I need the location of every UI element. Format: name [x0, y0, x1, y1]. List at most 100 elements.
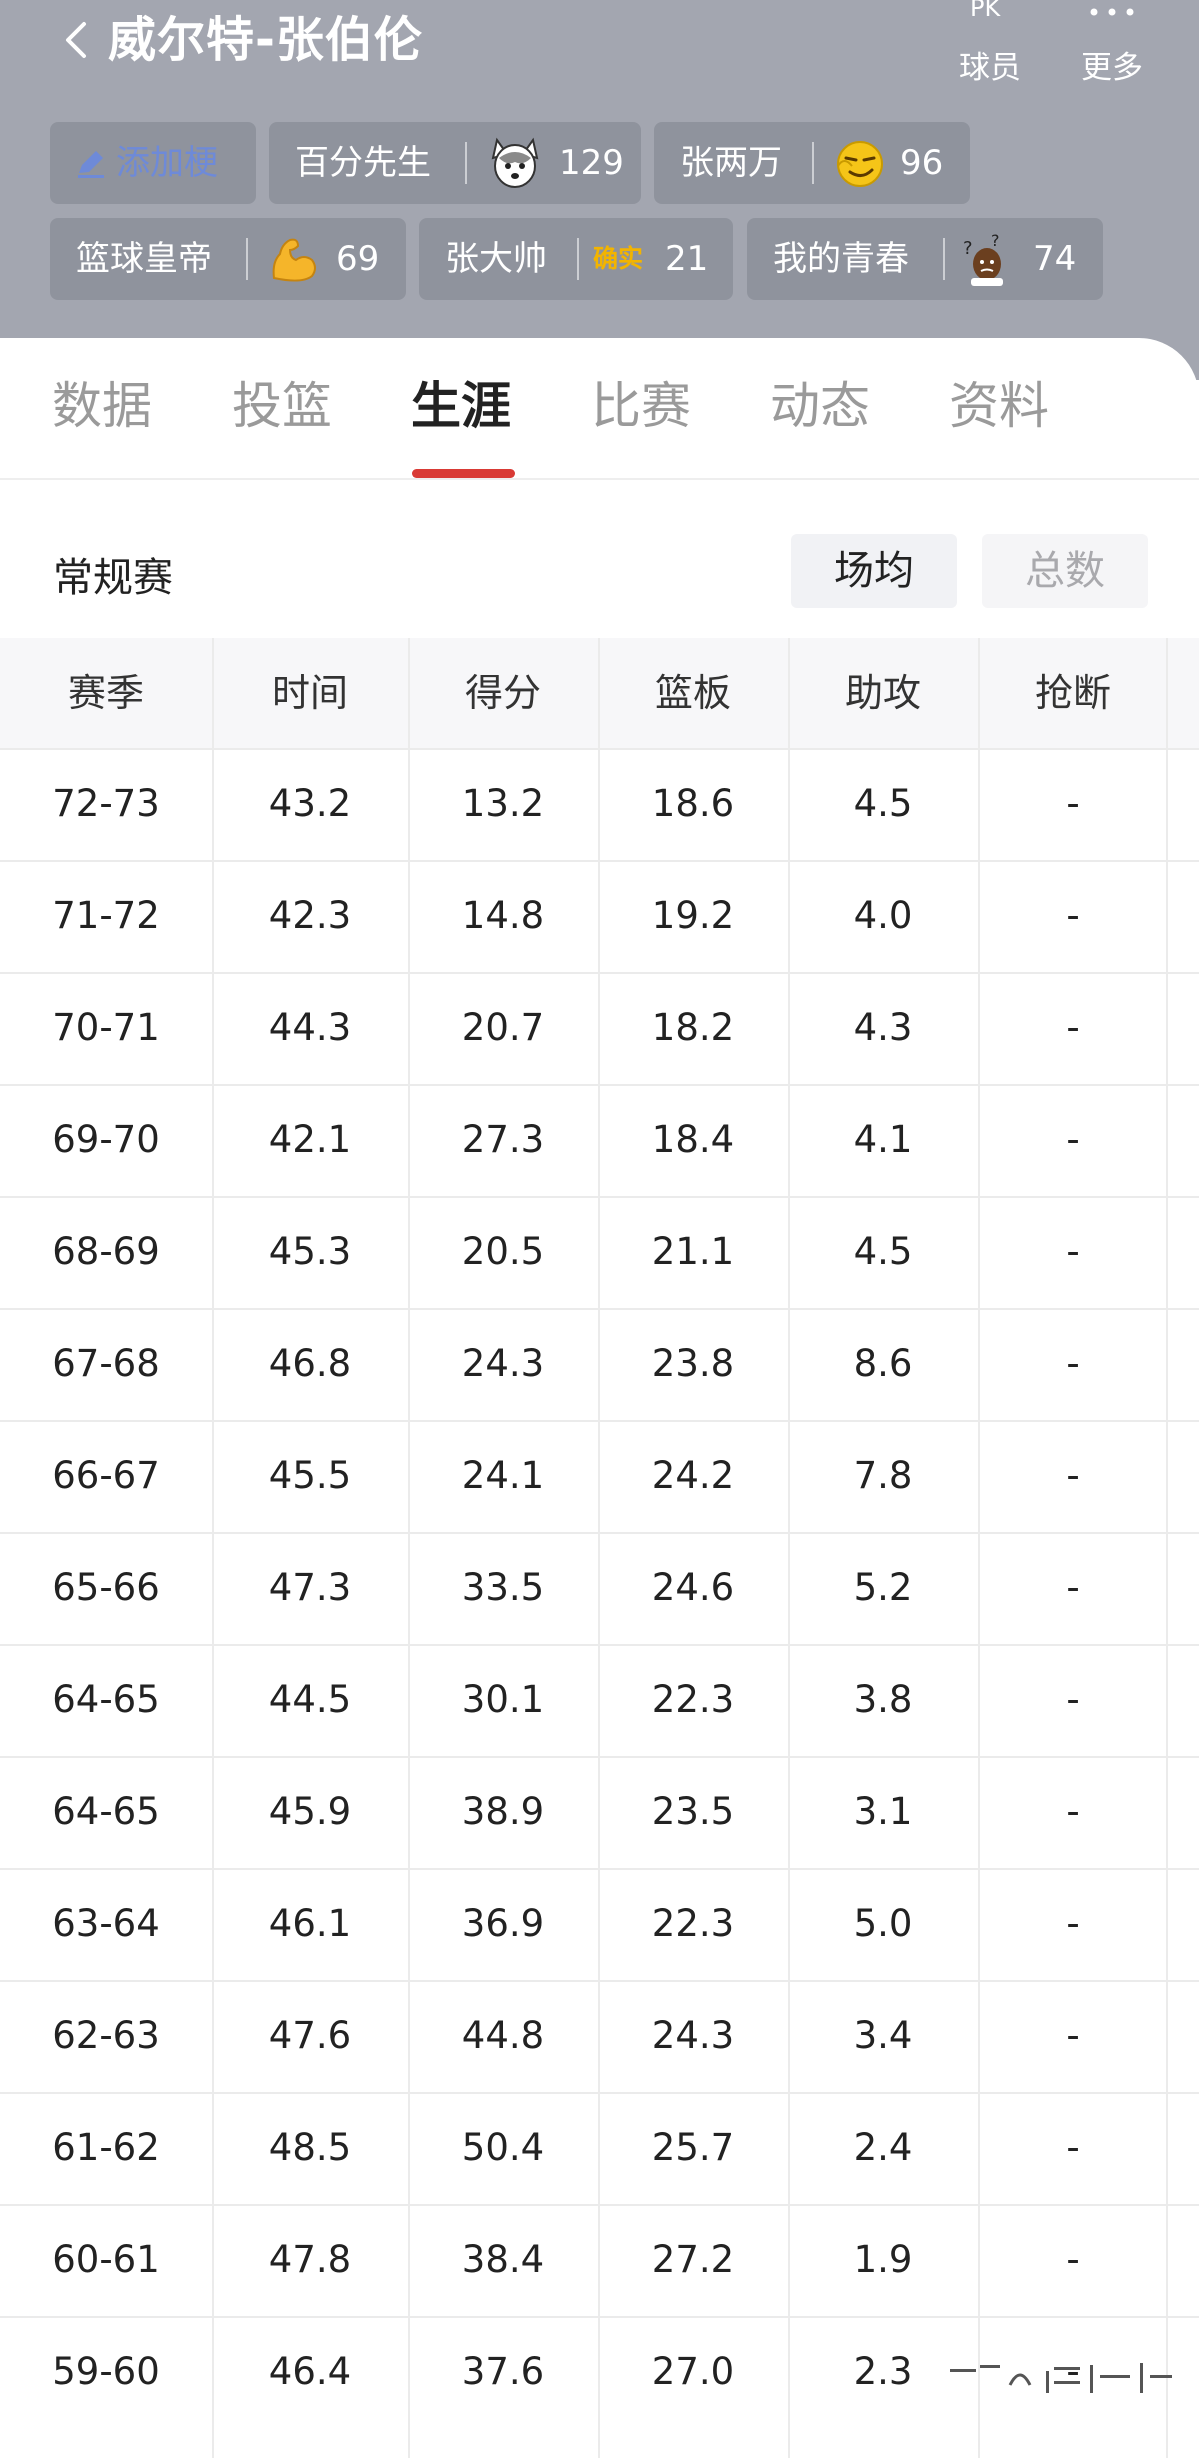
section-title: 常规赛 — [53, 555, 173, 601]
cell-steals: - — [1066, 2126, 1080, 2169]
more-dots-icon — [1062, 0, 1162, 44]
tag-chip[interactable]: 篮球皇帝 69 — [50, 218, 406, 300]
tag-count: 21 — [665, 239, 709, 279]
cell-points: 33.5 — [461, 1566, 545, 1609]
table-row: 62-63 47.6 44.8 24.3 3.4 - — [0, 1980, 1199, 2092]
watermark-icon — [950, 2363, 1172, 2393]
column-header-assists: 助攻 — [844, 671, 921, 715]
tag-chip[interactable]: 张大帅 确实 21 — [419, 218, 733, 300]
table-row: 66-67 45.5 24.1 24.2 7.8 - — [0, 1420, 1199, 1532]
cell-season: 62-63 — [52, 2014, 160, 2057]
cell-steals: - — [1066, 1454, 1080, 1497]
cell-points: 27.3 — [461, 1118, 545, 1161]
cell-points: 36.9 — [461, 1902, 545, 1945]
cell-minutes: 44.3 — [268, 1006, 352, 1049]
cell-rebounds: 27.2 — [651, 2238, 735, 2281]
active-tab-indicator — [412, 469, 515, 478]
totals-toggle[interactable]: 总数 — [982, 534, 1148, 608]
cell-season: 61-62 — [52, 2126, 160, 2169]
pk-button[interactable]: PK 球员 — [940, 0, 1040, 88]
tag-name: 我的青春 — [773, 239, 909, 279]
cell-points: 24.1 — [461, 1454, 545, 1497]
tag-count: 69 — [336, 239, 380, 279]
add-tag-label: 添加梗 — [116, 143, 218, 183]
cell-assists: 4.5 — [853, 1230, 913, 1273]
cell-rebounds: 23.8 — [651, 1342, 735, 1385]
svg-text:?: ? — [991, 232, 1000, 250]
cell-steals: - — [1066, 1118, 1080, 1161]
cell-minutes: 46.1 — [268, 1902, 352, 1945]
cell-steals: - — [1066, 1790, 1080, 1833]
cell-assists: 3.4 — [853, 2014, 913, 2057]
cell-assists: 8.6 — [853, 1342, 913, 1385]
table-row: 63-64 46.1 36.9 22.3 5.0 - — [0, 1868, 1199, 1980]
tabs-divider — [0, 478, 1199, 480]
cell-rebounds: 22.3 — [651, 1902, 735, 1945]
cell-assists: 5.2 — [853, 1566, 913, 1609]
cell-steals: - — [1066, 1230, 1080, 1273]
tag-name: 篮球皇帝 — [76, 239, 212, 279]
tag-name: 百分先生 — [295, 143, 431, 183]
tag-chip[interactable]: 我的青春 ? ? 74 — [747, 218, 1103, 300]
tag-count: 74 — [1033, 239, 1077, 279]
cell-season: 71-72 — [52, 894, 160, 937]
cell-points: 14.8 — [461, 894, 545, 937]
cell-season: 66-67 — [52, 1454, 160, 1497]
cell-steals: - — [1066, 1342, 1080, 1385]
tag-name: 张两万 — [680, 143, 782, 183]
cell-minutes: 48.5 — [268, 2126, 352, 2169]
table-row: 71-72 42.3 14.8 19.2 4.0 - — [0, 860, 1199, 972]
player-header: 威尔特-张伯伦 PK 球员 更多 添加梗 百分先生 129 张两万 96 篮球皇… — [0, 0, 1199, 380]
cell-minutes: 45.5 — [268, 1454, 352, 1497]
tab-career[interactable]: 生涯 — [411, 374, 511, 438]
page-title: 威尔特-张伯伦 — [108, 12, 423, 68]
tab-stats[interactable]: 数据 — [52, 374, 152, 438]
cell-minutes: 43.2 — [268, 782, 352, 825]
table-row: 72-73 43.2 13.2 18.6 4.5 - — [0, 748, 1199, 860]
cell-minutes: 44.5 — [268, 1678, 352, 1721]
column-header-points: 得分 — [464, 671, 541, 715]
cell-assists: 4.3 — [853, 1006, 913, 1049]
career-card: 数据 投篮 生涯 比赛 动态 资料 常规赛 场均 总数 赛季 时间 得分 篮板 助攻 抢断… — [0, 338, 1199, 2458]
table-row: 64-65 44.5 30.1 22.3 3.8 - — [0, 1644, 1199, 1756]
cell-points: 37.6 — [461, 2350, 545, 2393]
table-row: 65-66 47.3 33.5 24.6 5.2 - — [0, 1532, 1199, 1644]
tag-chip[interactable]: 百分先生 129 — [269, 122, 641, 204]
back-arrow-icon[interactable] — [56, 18, 96, 62]
tag-chip[interactable]: 张两万 96 — [654, 122, 970, 204]
cell-steals: - — [1066, 2238, 1080, 2281]
cell-season: 72-73 — [52, 782, 160, 825]
cell-assists: 4.0 — [853, 894, 913, 937]
cell-rebounds: 24.3 — [651, 2014, 735, 2057]
cell-season: 63-64 — [52, 1902, 160, 1945]
tab-news[interactable]: 动态 — [770, 374, 870, 438]
tab-profile[interactable]: 资料 — [949, 374, 1049, 438]
cell-points: 20.5 — [461, 1230, 545, 1273]
tab-shooting[interactable]: 投篮 — [232, 374, 332, 438]
table-row: 69-70 42.1 27.3 18.4 4.1 - — [0, 1084, 1199, 1196]
cell-rebounds: 27.0 — [651, 2350, 735, 2393]
queshi-stamp-icon: 确实 — [593, 244, 644, 273]
cell-rebounds: 21.1 — [651, 1230, 735, 1273]
cell-minutes: 46.4 — [268, 2350, 352, 2393]
cell-season: 70-71 — [52, 1006, 160, 1049]
cell-assists: 3.1 — [853, 1790, 913, 1833]
more-button[interactable]: 更多 — [1062, 0, 1162, 88]
cell-points: 20.7 — [461, 1006, 545, 1049]
svg-text:?: ? — [963, 238, 973, 259]
cell-points: 30.1 — [461, 1678, 545, 1721]
cell-season: 64-65 — [52, 1790, 160, 1833]
cell-assists: 4.5 — [853, 782, 913, 825]
cell-steals: - — [1066, 1006, 1080, 1049]
tab-games[interactable]: 比赛 — [591, 374, 691, 438]
confused-man-icon: ? ? — [963, 232, 1003, 286]
per-game-toggle[interactable]: 场均 — [791, 534, 957, 608]
more-label: 更多 — [1081, 50, 1143, 86]
cell-points: 38.4 — [461, 2238, 545, 2281]
cell-minutes: 42.1 — [268, 1118, 352, 1161]
cell-assists: 7.8 — [853, 1454, 913, 1497]
tag-name: 张大帅 — [445, 239, 547, 279]
cell-minutes: 46.8 — [268, 1342, 352, 1385]
cell-minutes: 47.6 — [268, 2014, 352, 2057]
add-tag-button[interactable]: 添加梗 — [50, 122, 256, 204]
